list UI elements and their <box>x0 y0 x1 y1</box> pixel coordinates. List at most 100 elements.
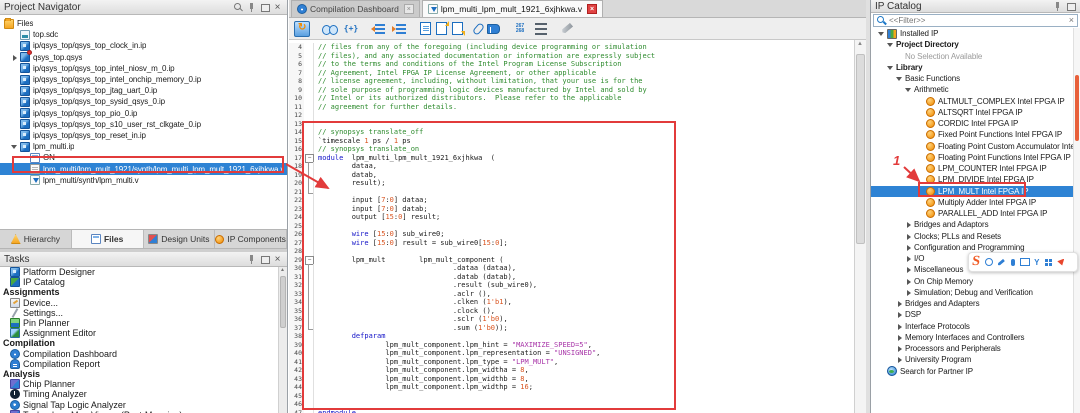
fold-margin[interactable] <box>304 154 314 163</box>
pin-icon[interactable] <box>246 254 257 265</box>
close-icon[interactable] <box>272 254 283 265</box>
task-item[interactable]: Platform Designer <box>0 267 287 277</box>
ip-tree-item[interactable]: LPM_DIVIDE Intel FPGA IP <box>871 174 1073 185</box>
ip-tree-item[interactable]: University Program <box>871 354 1073 365</box>
chevron-right-icon[interactable] <box>895 299 904 308</box>
ime-pen-icon[interactable] <box>996 257 1006 267</box>
braces-icon[interactable]: {+} <box>343 21 359 37</box>
indent-icon[interactable] <box>392 21 408 37</box>
export-icon[interactable] <box>436 22 447 35</box>
float-panel-icon[interactable] <box>259 254 270 265</box>
chevron-right-icon[interactable] <box>895 310 904 319</box>
task-item[interactable]: Compilation Report <box>0 359 287 369</box>
pin-icon[interactable] <box>1052 1 1063 12</box>
scrollbar-thumb[interactable] <box>280 276 286 328</box>
ip-tree-item[interactable]: Project Directory <box>871 39 1073 50</box>
linecount-icon[interactable]: 267268 <box>512 21 528 37</box>
file-tree-item[interactable]: ip/qsys_top/qsys_top_reset_in.ip <box>0 130 287 141</box>
ime-kbd-icon[interactable] <box>1020 257 1030 267</box>
ip-tree-item[interactable]: Interface Protocols <box>871 321 1073 332</box>
task-item[interactable]: Technology Map Viewer (Post-Mapping) <box>0 410 287 413</box>
sogou-logo[interactable]: S <box>971 254 981 270</box>
ip-tree-item[interactable]: ALTMULT_COMPLEX Intel FPGA IP <box>871 96 1073 107</box>
ime-toolbar[interactable]: S Y <box>968 252 1078 272</box>
task-item[interactable]: Settings... <box>0 308 287 318</box>
ip-tree-item[interactable]: Library <box>871 62 1073 73</box>
ip-tree-item[interactable]: Fixed Point Functions Intel FPGA IP <box>871 129 1073 140</box>
file-tree-item[interactable]: ip/qsys_top/qsys_top_pio_0.ip <box>0 108 287 119</box>
chevron-down-icon[interactable] <box>904 85 913 94</box>
pin-icon[interactable] <box>246 2 257 13</box>
ip-filter-input[interactable] <box>889 16 1069 25</box>
document-tab[interactable]: Compilation Dashboard× <box>291 0 420 17</box>
file-tree-item[interactable]: ip/qsys_top/qsys_top_clock_in.ip <box>0 40 287 51</box>
task-item[interactable]: Compilation Dashboard <box>0 349 287 359</box>
chevron-right-icon[interactable] <box>904 288 913 297</box>
tasks-scrollbar[interactable] <box>278 267 287 413</box>
file-tree-item[interactable]: ip/qsys_top/qsys_top_s10_user_rst_clkgat… <box>0 119 287 130</box>
menu-icon[interactable] <box>533 21 549 37</box>
chevron-down-icon[interactable] <box>886 40 895 49</box>
ip-tree-item[interactable]: CORDIC Intel FPGA IP <box>871 118 1073 129</box>
document-tab[interactable]: lpm_multi_lpm_mult_1921_6xjhkwa.v× <box>422 0 603 17</box>
chevron-right-icon[interactable] <box>895 355 904 364</box>
ip-tree-item[interactable]: Bridges and Adaptors <box>871 219 1073 230</box>
chevron-down-icon[interactable] <box>895 74 904 83</box>
file-tree-item[interactable]: Files <box>0 18 287 29</box>
task-item[interactable]: Assignment Editor <box>0 328 287 338</box>
file-tree-item[interactable]: ip/qsys_top/qsys_top_sysid_qsys_0.ip <box>0 96 287 107</box>
scrollbar-thumb[interactable] <box>856 54 865 244</box>
close-tab-icon[interactable]: × <box>404 4 414 14</box>
chevron-right-icon[interactable] <box>904 243 913 252</box>
outdent-icon[interactable] <box>371 21 387 37</box>
ip-tree-item[interactable]: Multiply Adder Intel FPGA IP <box>871 197 1073 208</box>
float-panel-icon[interactable] <box>259 2 270 13</box>
ime-fire-icon[interactable] <box>1056 257 1066 267</box>
close-icon[interactable] <box>272 2 283 13</box>
ip-tree-item[interactable]: Search for Partner IP <box>871 366 1073 377</box>
chevron-right-icon[interactable] <box>904 265 913 274</box>
file-tree-item[interactable]: lpm_multi.ip <box>0 141 287 152</box>
file-tree-item[interactable]: ip/qsys_top/qsys_top_intel_onchip_memory… <box>0 74 287 85</box>
chevron-right-icon[interactable] <box>904 232 913 241</box>
task-item[interactable]: Timing Analyzer <box>0 389 287 399</box>
tab-design-units[interactable]: Design Units <box>144 230 216 248</box>
find-icon[interactable] <box>322 21 338 37</box>
task-item[interactable]: Pin Planner <box>0 318 287 328</box>
code-editor[interactable]: 4// files from any of the foregoing (inc… <box>289 40 854 413</box>
chevron-right-icon[interactable] <box>895 322 904 331</box>
file-tree-item[interactable]: ip/qsys_top/qsys_top_jtag_uart_0.ip <box>0 85 287 96</box>
ip-tree-item[interactable]: DSP <box>871 309 1073 320</box>
task-item[interactable]: IP Catalog <box>0 277 287 287</box>
tab-ip-components[interactable]: IP Components <box>215 230 287 248</box>
chevron-right-icon[interactable] <box>904 277 913 286</box>
ip-tree-item[interactable]: Basic Functions <box>871 73 1073 84</box>
chevron-right-icon[interactable] <box>10 53 19 62</box>
editor-scrollbar[interactable] <box>854 40 866 413</box>
task-item[interactable]: Device... <box>0 298 287 308</box>
search-icon[interactable] <box>233 2 244 13</box>
float-panel-icon[interactable] <box>1065 1 1076 12</box>
copy-icon[interactable] <box>420 22 431 35</box>
ip-tree-item[interactable]: Installed IP <box>871 28 1073 39</box>
ip-tree-item[interactable]: LPM_COUNTER Intel FPGA IP <box>871 163 1073 174</box>
ip-tree-item[interactable]: PARALLEL_ADD Intel FPGA IP <box>871 208 1073 219</box>
book-icon[interactable] <box>487 24 500 34</box>
file-tree-item[interactable]: ip/qsys_top/qsys_top_intel_niosv_m_0.ip <box>0 63 287 74</box>
chevron-down-icon[interactable] <box>877 29 886 38</box>
scrollbar-thumb[interactable] <box>1075 75 1079 141</box>
ip-tree-item[interactable]: Floating Point Custom Accumulator Intel … <box>871 141 1073 152</box>
clip-icon[interactable] <box>472 22 485 36</box>
ip-tree-item[interactable]: Simulation; Debug and Verification <box>871 287 1073 298</box>
ip-tree-item[interactable]: Processors and Peripherals <box>871 343 1073 354</box>
ime-mic-icon[interactable] <box>1008 257 1018 267</box>
ip-tree-item[interactable]: Floating Point Functions Intel FPGA IP <box>871 152 1073 163</box>
chevron-right-icon[interactable] <box>904 220 913 229</box>
task-item[interactable]: Signal Tap Logic Analyzer <box>0 399 287 409</box>
ip-tree-item[interactable]: Arithmetic <box>871 84 1073 95</box>
ip-tree-item[interactable]: Clocks; PLLs and Resets <box>871 231 1073 242</box>
import-icon[interactable] <box>452 22 463 35</box>
chevron-right-icon[interactable] <box>895 344 904 353</box>
chevron-down-icon[interactable] <box>10 142 19 151</box>
file-tree-item[interactable]: qsys_top.qsys <box>0 52 287 63</box>
